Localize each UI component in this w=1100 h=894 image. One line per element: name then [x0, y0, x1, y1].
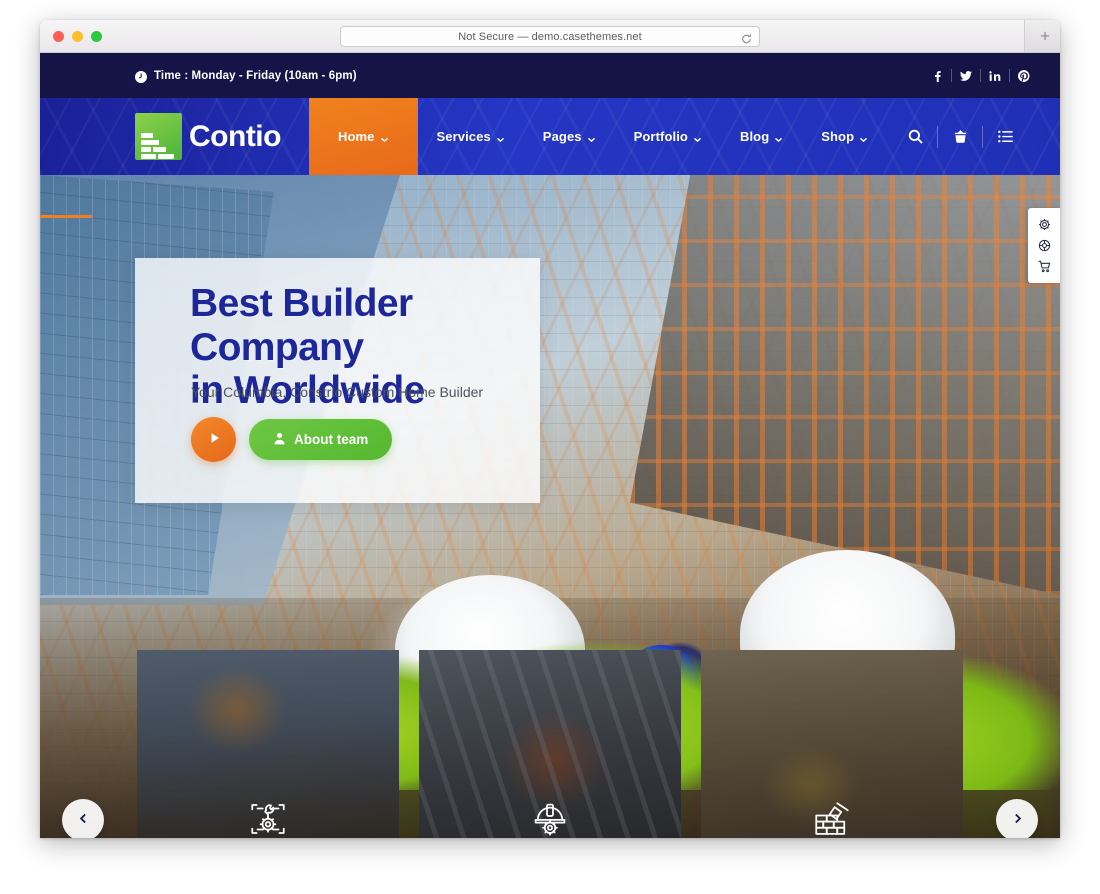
about-team-button[interactable]: About team	[249, 419, 393, 460]
service-card[interactable]: Metal Roofing Lorem Ipsum available, but…	[419, 650, 681, 838]
page-viewport: Time : Monday - Friday (10am - 6pm) Cont…	[40, 53, 1060, 838]
opening-hours-text: Time : Monday - Friday (10am - 6pm)	[154, 69, 357, 82]
service-cards: Interior Design Lorem Ipsum available, b…	[40, 650, 1060, 838]
clock-icon	[135, 70, 147, 83]
pinterest-icon[interactable]	[1010, 69, 1038, 82]
nav-label: Portfolio	[633, 129, 688, 144]
twitter-icon[interactable]	[952, 70, 980, 82]
nav-item-portfolio[interactable]: Portfolio	[615, 98, 721, 175]
address-bar-text: Not Secure — demo.casethemes.net	[458, 30, 642, 43]
basket-icon[interactable]	[938, 98, 982, 175]
hero-accent-rule	[40, 215, 92, 218]
opening-hours: Time : Monday - Friday (10am - 6pm)	[135, 69, 357, 83]
header-action-icons	[893, 98, 1027, 175]
site-logo[interactable]: Contio	[40, 98, 281, 175]
service-card-body: House Remodel Lorem Ipsum available, but…	[701, 798, 963, 838]
brick-wall-logo-icon	[135, 113, 182, 160]
nav-item-services[interactable]: Services	[418, 98, 524, 175]
social-links	[923, 69, 1038, 82]
window-traffic-lights	[53, 30, 102, 42]
new-tab-button[interactable]: +	[1040, 28, 1050, 45]
service-card[interactable]: House Remodel Lorem Ipsum available, but…	[701, 650, 963, 838]
nav-item-blog[interactable]: Blog	[721, 98, 802, 175]
chevron-down-icon	[496, 132, 505, 143]
browser-window: Not Secure — demo.casethemes.net + Time …	[40, 20, 1060, 838]
maximize-window-button[interactable]	[91, 30, 102, 42]
about-team-label: About team	[294, 432, 369, 447]
facebook-icon[interactable]	[923, 70, 951, 82]
chevron-down-icon	[587, 132, 596, 143]
nav-item-home[interactable]: Home	[308, 98, 418, 175]
chevron-down-icon	[774, 132, 783, 143]
top-info-bar: Time : Monday - Friday (10am - 6pm)	[40, 53, 1060, 98]
hero-subtitle: Your Columbia, Constrio Custom Home Buil…	[191, 384, 484, 400]
nav-label: Blog	[739, 129, 770, 144]
reload-icon[interactable]	[741, 31, 752, 43]
service-card[interactable]: Interior Design Lorem Ipsum available, b…	[137, 650, 399, 838]
play-icon	[207, 431, 221, 449]
menu-list-icon[interactable]	[983, 98, 1027, 175]
hero-content-card: Best Builder Company in Worldwide Your C…	[135, 258, 540, 503]
nav-item-shop[interactable]: Shop	[802, 98, 887, 175]
nav-item-pages[interactable]: Pages	[524, 98, 615, 175]
linkedin-icon[interactable]	[981, 70, 1009, 82]
brick-trowel-icon	[719, 798, 945, 838]
nav-label: Services	[436, 129, 491, 144]
hero-title-line-1: Best Builder Company	[190, 282, 413, 369]
browser-chrome: Not Secure — demo.casethemes.net +	[40, 20, 1060, 53]
chevron-down-icon	[380, 132, 389, 143]
search-icon[interactable]	[893, 98, 937, 175]
service-card-body: Interior Design Lorem Ipsum available, b…	[137, 798, 399, 838]
close-window-button[interactable]	[53, 30, 64, 42]
cart-icon[interactable]	[1028, 256, 1060, 277]
globe-icon[interactable]	[1028, 235, 1060, 256]
user-icon	[273, 432, 286, 448]
address-bar[interactable]: Not Secure — demo.casethemes.net	[340, 26, 760, 47]
service-card-body: Metal Roofing Lorem Ipsum available, but…	[419, 798, 681, 838]
gear-icon[interactable]	[1028, 214, 1060, 235]
wrench-gear-icon	[155, 798, 381, 838]
nav-label: Home	[337, 129, 375, 144]
nav-label: Pages	[542, 129, 582, 144]
hero-slider: Best Builder Company in Worldwide Your C…	[40, 175, 1060, 838]
main-navigation: Home Services Pages Portfolio Blog Shop	[308, 98, 887, 175]
site-header: Contio Home Services Pages Portfolio Blo…	[40, 98, 1060, 175]
hero-action-buttons: About team	[191, 417, 393, 462]
site-logo-text: Contio	[189, 119, 281, 153]
floating-toolbar	[1028, 208, 1060, 283]
play-video-button[interactable]	[191, 417, 236, 462]
minimize-window-button[interactable]	[72, 30, 83, 42]
chevron-down-icon	[859, 132, 868, 143]
chevron-down-icon	[693, 132, 702, 143]
hard-hat-gear-icon	[437, 798, 663, 838]
nav-label: Shop	[821, 129, 855, 144]
